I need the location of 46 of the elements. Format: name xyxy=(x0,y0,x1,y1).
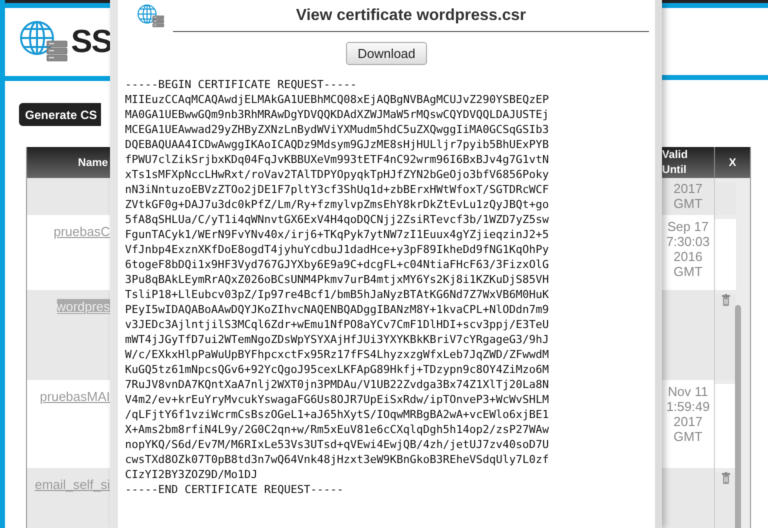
certificate-text-line: VfJnbp4ExznXKfDoE8ogdT4jyhuYcdbuJ1dadHce+y3pF89IkheDd9fNG1KqOhPy xyxy=(125,242,550,257)
certificate-text-line: nN3iNntuzoEBVzZTOo2jDE1F7pltY3cf3ShUq1d+zbBErxHWtWfoxT/SGTDRcWCF xyxy=(125,182,550,197)
certificate-text-line: MIIEuzCCAqMCAQAwdjELMAkGA1UEBhMCQ08xEjAQBgNVBAgMCUJvZ290YSBEQzEP xyxy=(125,92,550,107)
certificate-text-line: xTs1sMFXpNccLHwRxt/roVav2TAlTDPYOpyqkTpHJfZYN2bGeOjo3bfV6856Poky xyxy=(125,167,550,182)
certificate-text-line: DQEBAQUAA4ICDwAwggIKAoICAQDz9Mdsym9GJzME8sHjHULljr7pyib5BhUExPYB xyxy=(125,137,550,152)
column-header: Name xyxy=(27,147,110,178)
globe-server-logo-icon xyxy=(137,4,165,29)
certificate-text-line: PEyI5wIDAQABoAAwDQYJKoZIhvcNAQENBQADggIBANzM8Y+1kvaCPL+NlODdn7m9 xyxy=(125,302,550,317)
certificate-text-line: V4m2/ev+krEuYryMvcukYswagaFG6Us8OJR7UpEiSxRdw/ipTOnveP3+WcWvSHLM xyxy=(125,392,550,407)
column-header: Valid Until xyxy=(662,147,714,178)
certificate-text-line: ZVtkGF0g+DAJ7u3dc0kPfZ/Lm/Ry+fzmylvpZmsEhY8krDkZtEvLu1zQyJBQt+go xyxy=(125,197,550,212)
valid-until-date: Nov 11 1:59:49 2017 GMT xyxy=(666,384,710,444)
certificate-text-line: cwsTXd8OZk07T0pB8td3n7wQ64Vnk48jHzxt3eW9KBnGkoB3REheVSdqUly7L0zf xyxy=(125,452,550,467)
column-header: X xyxy=(714,147,750,178)
certificate-text-line: FgunTACyk1/WErN9FvYNv40x/irj6+TKqPyk7ytNW7zI1Euux4gYZjieqzinJ2+5 xyxy=(125,227,550,242)
certificate-text-line: v3JEDc3AjlntjilS3MCql6Zdr+wEmu1NfPO8aYCv7CmF1DlHDI+scv3ppj/E3TeU xyxy=(125,317,550,332)
certificate-text-line: fPWU7clZikSrjbxKDq04FqJvKBBUXeVm993tETF4nC92wrm96I6BxBJv4g7G1vtN xyxy=(125,152,550,167)
valid-until-date: 2017 GMT xyxy=(674,181,702,211)
globe-server-logo-icon xyxy=(19,20,69,64)
certificate-text-line: TsliP18+LlEubcv03pZ/Ip97re4Bcf1/bmB5hJaNyzBTAtKG6Nd7Z7WxVB6M0HuK xyxy=(125,287,550,302)
trash-icon[interactable] xyxy=(722,472,730,484)
certificate-text-line: X+Ams2bm8rfiN4L9y/2G0C2qn+w/Rm5xEuV81e6cCXqlqDgh5h14op2/zsP27WAw xyxy=(125,422,550,437)
valid-until-date: Sep 17 7:30:03 2016 GMT xyxy=(666,219,710,279)
certificate-link[interactable]: pruebasC xyxy=(54,224,110,239)
certificate-link[interactable]: pruebasMAI xyxy=(40,389,110,404)
certificate-text-line: CIzYI2BY3ZOZ9D/Mo1DJ xyxy=(125,467,258,482)
certificate-link[interactable]: email_self_si xyxy=(34,477,110,492)
certificate-text-line: W/c/EXkxHlpPaWuUpBYFhpcxctFx95Rz17fFS4LhyzxzgWfxLeb7JqZWD/ZFwwdM xyxy=(125,347,550,362)
site-title: SS xyxy=(71,23,110,60)
certificate-text-line: nopYKQ/S6d/Ev7M/M6RIxLe53Vs3UTsd+qVEwi4EwjQB/4zh/jetUJ7zv40soD7U xyxy=(125,437,550,452)
download-button[interactable]: Download xyxy=(346,42,428,65)
certificate-text-line: -----BEGIN CERTIFICATE REQUEST----- xyxy=(125,77,358,92)
certificate-text-line: MA0GA1UEBwwGQm9nb3RhMRAwDgYDVQQKDAdXZWJMaW5rMQswCQYDVQQLDAJUSTEj xyxy=(125,107,550,122)
trash-icon[interactable] xyxy=(722,294,730,306)
certificate-text-line: 6togeF8bDQi1x9HF3Vyd767GJYXby6E9a9C+dcgFL+c04NtiaFHcF63/3FizxOlG xyxy=(125,257,550,272)
scroll-thumb[interactable] xyxy=(735,305,741,528)
certificate-text-line: /qLFjtY6f1vziWcrmCsBszOGeL1+aJ65hXytS/IOqwMRBgBA2wA+vcEWlo6xjBE1 xyxy=(125,407,550,422)
certificate-text-line: KuGQ5tz61mNpcsQGv6+92YcQgoJ95cexLKFApG89Hkfj+TDzypn9c8OY4ZiMzo6M xyxy=(125,362,550,377)
dialog-title: View certificate wordpress.csr xyxy=(296,7,526,25)
certificate-text-line: -----END CERTIFICATE REQUEST----- xyxy=(125,482,345,497)
certificate-text-line: 3Pu8qBAkLEymRrAQxZ026oBCsUNM4Pkmv7urB4mtjxMY6Ys2Kj8i1KZKuDjS85VH xyxy=(125,272,550,287)
certificate-text-line: MCEGA1UEAwwad29yZHByZXNzLnBydWViYXMudm5hdC5uZXQwggIiMA0GCSqGSIb3 xyxy=(125,122,550,137)
certificate-text-line: mWT4jJGyTfD7ui2WTemNgoZDsWpYSYXAjHfJUi3YXYKBkKBriV7cYRgageG3/9hJ xyxy=(125,332,550,347)
certificate-text-line: 7RuJV8vnDA7KQntXaA7nlj2WXT0jn3PMDAu/V1UB22Zvdga3Bx74Z1XlTj20La8N xyxy=(125,377,550,392)
certificate-text-line: 5fA8qSHLUa/C/yT1i4qWNnvtGX6ExV4H4qoDQCNjj2ZsiRTevcf3b/1WZD7yZ5sw xyxy=(125,212,550,227)
generate-button[interactable]: Generate CS xyxy=(19,103,102,126)
